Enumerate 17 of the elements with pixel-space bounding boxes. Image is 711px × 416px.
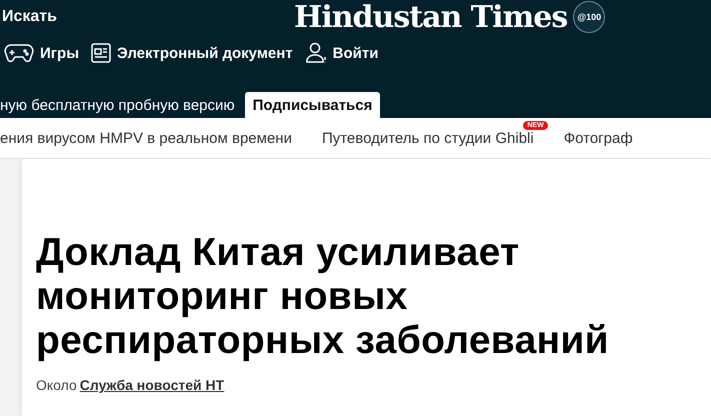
author-link[interactable]: Служба новостей НТ: [80, 377, 224, 393]
login-link[interactable]: Войти: [304, 42, 378, 64]
site-logo[interactable]: Hindustan Times: [294, 0, 568, 34]
anniversary-badge: @100: [573, 1, 606, 33]
user-icon: [304, 42, 327, 64]
search-link[interactable]: Искать: [0, 8, 294, 26]
newspaper-icon: [91, 43, 112, 63]
nav-link[interactable]: ения вирусом HMPV в реальном времени: [0, 130, 292, 146]
gamepad-icon: [4, 43, 34, 63]
trial-text[interactable]: ную бесплатную пробную версию: [0, 97, 245, 118]
nav-link[interactable]: Фотограф: [564, 130, 633, 146]
games-link[interactable]: Игры: [4, 43, 80, 63]
epaper-link[interactable]: Электронный документ: [91, 43, 293, 63]
nav-link[interactable]: Путеводитель по студии Ghibli: [322, 130, 534, 146]
article-headline: Доклад Китая усиливает мониторинг новых респираторных заболеваний: [36, 231, 610, 363]
subscribe-button[interactable]: Подписываться: [244, 92, 380, 118]
byline-prefix: Около: [36, 377, 77, 393]
